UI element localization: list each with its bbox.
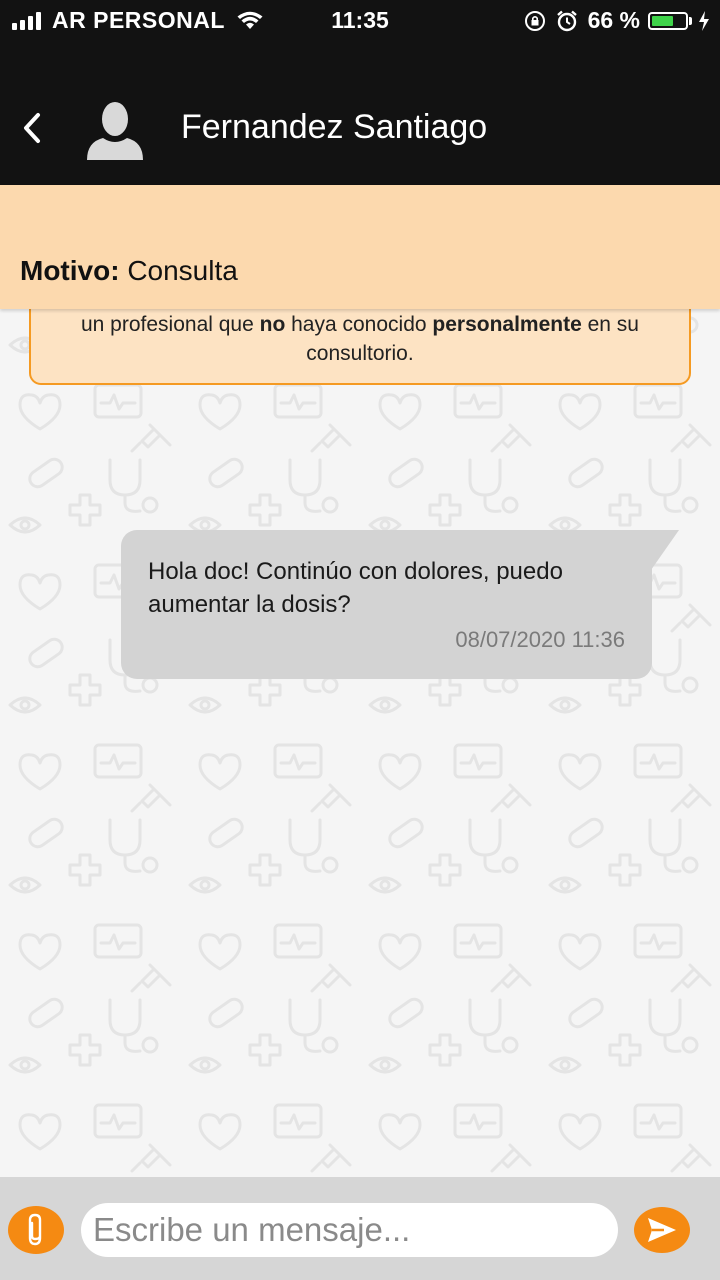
message-timestamp: 08/07/2020 11:36 (455, 627, 625, 652)
message-input[interactable] (81, 1203, 618, 1257)
attach-button[interactable] (8, 1206, 64, 1254)
notice-bold-1: no (259, 313, 286, 336)
message-text: Hola doc! Continúo con dolores, puedo au… (148, 558, 563, 618)
avatar[interactable] (85, 98, 145, 160)
battery-tip (689, 16, 692, 25)
battery-level (652, 15, 673, 26)
send-icon (648, 1218, 676, 1242)
send-button[interactable] (634, 1207, 690, 1253)
bubble-tail (651, 530, 679, 570)
notice-text-1: un profesional que (80, 313, 260, 336)
notice-text-2: haya conocido (285, 313, 433, 336)
status-bar: AR PERSONAL 11:35 66 % (0, 0, 720, 40)
motive-text: Motivo: Consulta (20, 255, 238, 287)
motive-label: Motivo: (20, 255, 120, 286)
battery-icon (648, 11, 688, 30)
battery-percent: 66 % (587, 7, 640, 33)
alarm-icon (556, 10, 577, 31)
charging-bolt-icon (699, 10, 709, 31)
status-right: 66 % (514, 7, 710, 34)
orientation-lock-icon (524, 10, 545, 31)
notice-bold-2: personalmente (432, 313, 582, 336)
back-button[interactable] (14, 104, 50, 152)
motive-value: Consulta (127, 255, 238, 286)
chat-header: Fernandez Santiago (0, 40, 720, 185)
contact-name: Fernandez Santiago (181, 108, 488, 146)
paperclip-icon (28, 1213, 42, 1246)
motive-banner: Motivo: Consulta (0, 185, 720, 309)
person-placeholder-icon (87, 102, 143, 160)
chevron-left-icon (24, 113, 40, 143)
